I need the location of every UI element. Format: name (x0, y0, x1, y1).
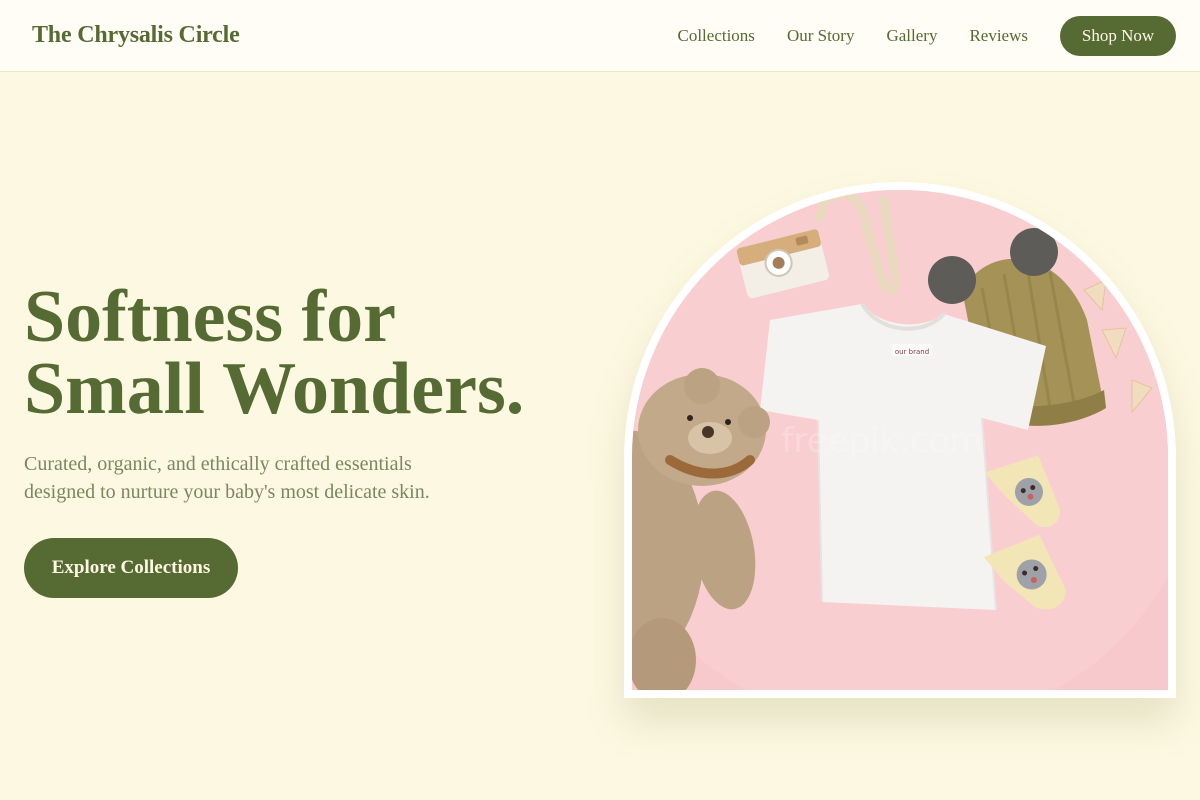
nav-link-reviews[interactable]: Reviews (969, 26, 1028, 46)
hero-title-line-1: Softness for (24, 276, 397, 358)
nav-link-gallery[interactable]: Gallery (886, 26, 937, 46)
nav-link-collections[interactable]: Collections (677, 26, 754, 46)
hero-image-frame: our brand freepik.com (624, 182, 1176, 698)
main-nav: Collections Our Story Gallery Reviews Sh… (677, 15, 1176, 56)
hero-title: Softness for Small Wonders. (24, 276, 584, 430)
nav-link-our-story[interactable]: Our Story (787, 26, 855, 46)
brand-logo[interactable]: The Chrysalis Circle (32, 22, 240, 49)
explore-collections-button[interactable]: Explore Collections (24, 538, 238, 598)
shop-now-button[interactable]: Shop Now (1060, 15, 1176, 56)
hero-subtitle: Curated, organic, and ethically crafted … (24, 453, 430, 503)
watermark-text: freepik.com (781, 421, 982, 461)
shirt-tag-text: our brand (895, 348, 929, 356)
hero-title-line-2: Small Wonders. (24, 348, 525, 430)
site-header: The Chrysalis Circle Collections Our Sto… (0, 0, 1200, 72)
hero-product-photo: our brand freepik.com (632, 190, 1168, 690)
